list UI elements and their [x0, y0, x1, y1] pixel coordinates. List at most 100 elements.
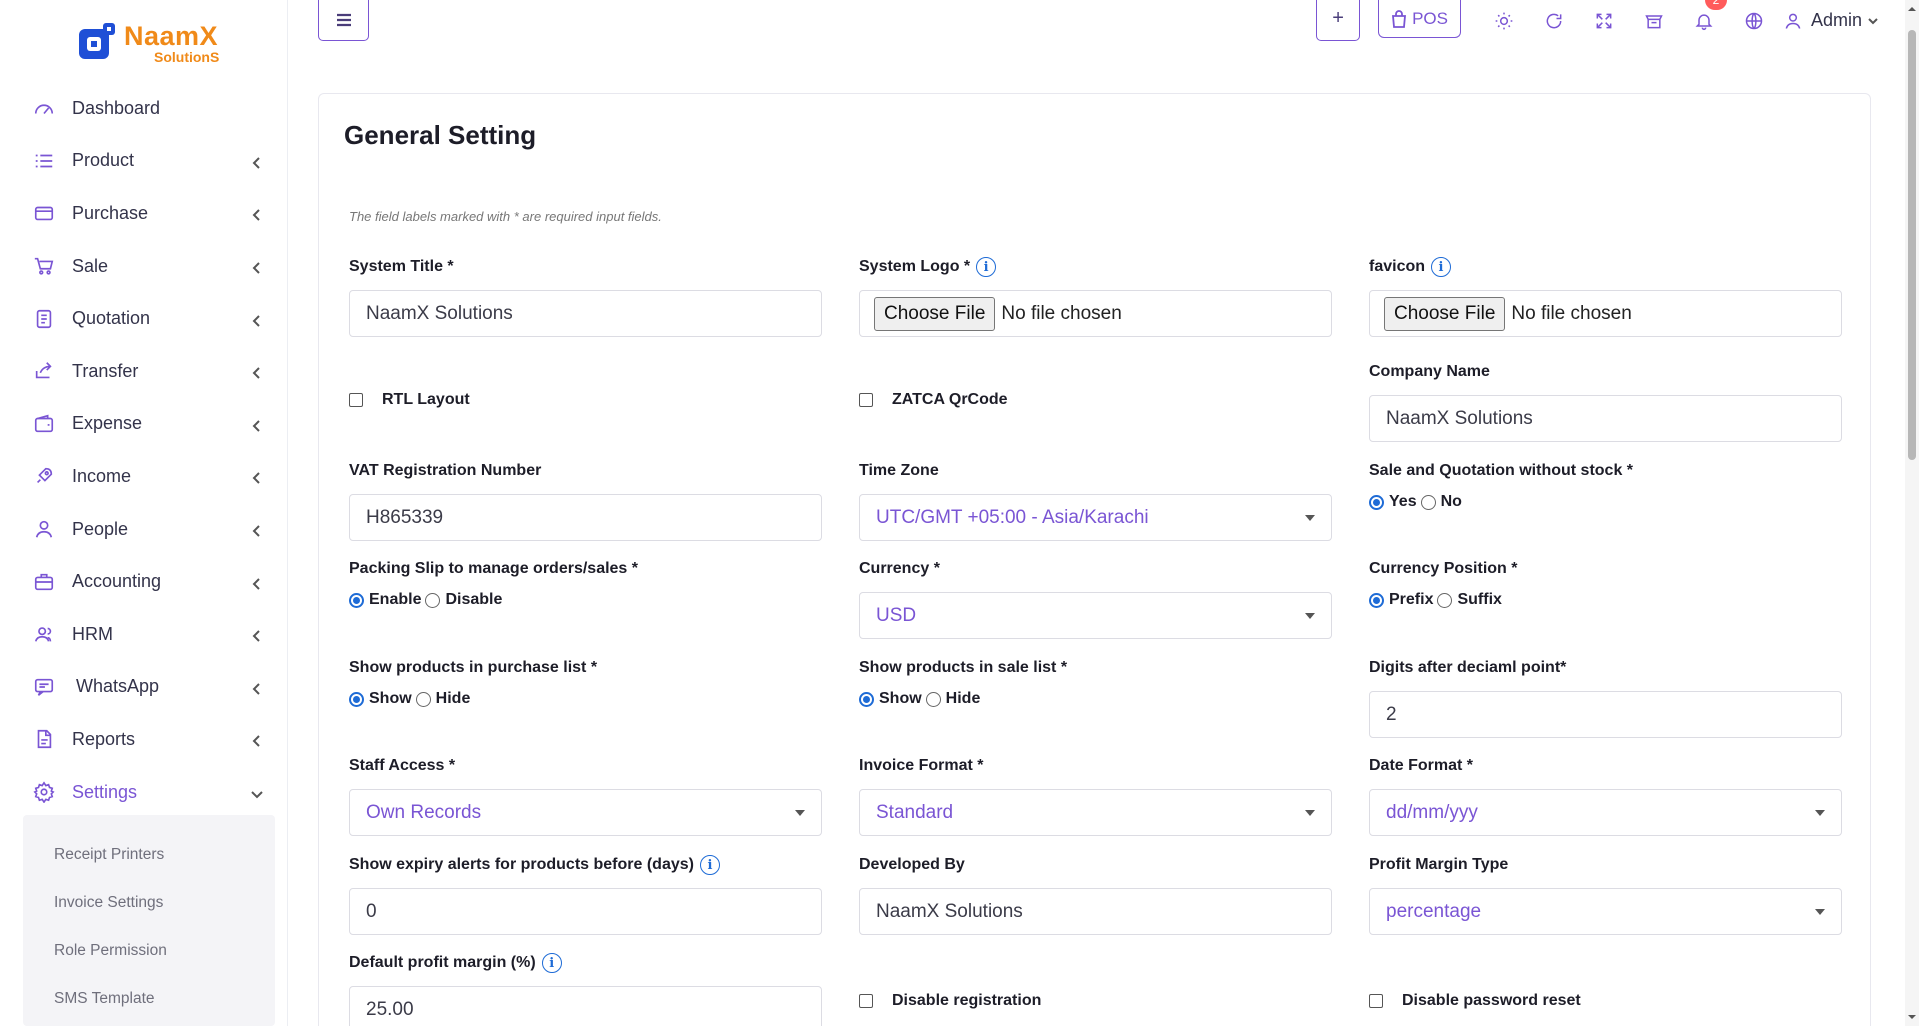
- radio-show[interactable]: [349, 691, 364, 707]
- favicon-file-input[interactable]: Choose File No file chosen: [1369, 290, 1842, 337]
- brand-logo[interactable]: NaamX SolutionS: [76, 18, 219, 68]
- page-scrollbar[interactable]: [1905, 0, 1919, 1026]
- radio-hide[interactable]: [415, 691, 431, 707]
- invoice-format-select[interactable]: Standard: [859, 789, 1332, 836]
- disable-password-reset-checkbox[interactable]: Disable password reset: [1369, 992, 1581, 1010]
- chevron-left-icon: [250, 154, 264, 169]
- sidebar-item-accounting[interactable]: Accounting: [0, 555, 288, 608]
- bag-icon: [1392, 9, 1407, 28]
- notifications-button[interactable]: 2: [1679, 0, 1729, 41]
- info-icon[interactable]: i: [541, 953, 562, 973]
- info-icon[interactable]: i: [1431, 257, 1452, 277]
- radio-disable[interactable]: [425, 592, 441, 608]
- system-title-input[interactable]: NaamX Solutions: [349, 290, 822, 337]
- fullscreen-button[interactable]: [1579, 0, 1629, 41]
- sidebar-item-purchase[interactable]: Purchase: [0, 187, 288, 240]
- radio-show[interactable]: [859, 691, 874, 707]
- report-icon: [32, 727, 56, 751]
- sidebar-item-label: Dashboard: [72, 97, 161, 118]
- sidebar-item-label: Accounting: [72, 571, 162, 592]
- language-button[interactable]: [1729, 0, 1779, 41]
- chevron-down-icon: [250, 785, 264, 799]
- chat-icon: [32, 675, 56, 699]
- submenu-item-role-permission[interactable]: Role Permission: [23, 927, 275, 975]
- submenu-item-receipt-printers[interactable]: Receipt Printers: [23, 831, 275, 879]
- field-label: VAT Registration Number: [349, 462, 542, 479]
- zatca-qrcode-checkbox[interactable]: ZATCA QrCode: [859, 391, 1008, 409]
- info-icon[interactable]: i: [976, 257, 997, 277]
- chevron-down-icon: [1868, 17, 1878, 24]
- sidebar-item-people[interactable]: People: [0, 503, 288, 556]
- checkbox-box[interactable]: [349, 393, 363, 407]
- radio-prefix[interactable]: [1369, 592, 1384, 608]
- scroll-thumb[interactable]: [1908, 30, 1916, 460]
- select-value: UTC/GMT +05:00 - Asia/Karachi: [876, 506, 1149, 528]
- sidebar-item-transfer[interactable]: Transfer: [0, 345, 288, 398]
- company-name-input[interactable]: NaamX Solutions: [1369, 395, 1842, 442]
- sidebar-item-product[interactable]: Product: [0, 135, 288, 188]
- sidebar-item-hrm[interactable]: HRM: [0, 608, 288, 661]
- sidebar-item-expense[interactable]: Expense: [0, 398, 288, 451]
- cash-register-button[interactable]: [1629, 0, 1679, 41]
- chevron-left-icon: [250, 732, 264, 748]
- radio-enable[interactable]: [349, 592, 364, 608]
- radio-label: Suffix: [1457, 591, 1502, 608]
- submenu-item-sms-template[interactable]: SMS Template: [23, 975, 275, 1023]
- profit-type-field: Profit Margin Type percentage: [1369, 855, 1842, 935]
- chevron-left-icon: [250, 522, 264, 537]
- label-text: System Logo *: [859, 258, 971, 275]
- submenu-item-invoice-settings[interactable]: Invoice Settings: [23, 879, 275, 927]
- staff-access-select[interactable]: Own Records: [349, 789, 822, 836]
- pos-button[interactable]: POS: [1378, 0, 1461, 38]
- label-text: Default profit margin (%): [349, 954, 536, 971]
- add-new-button[interactable]: +: [1316, 0, 1361, 41]
- archive-icon: [1645, 14, 1663, 28]
- checkbox-box[interactable]: [859, 994, 873, 1008]
- required-note: The field labels marked with * are requi…: [349, 209, 662, 224]
- info-icon[interactable]: i: [699, 855, 720, 875]
- vat-input[interactable]: H865339: [349, 494, 822, 541]
- caret-down-icon: [1815, 809, 1825, 816]
- radio-hide[interactable]: [925, 691, 941, 707]
- profit-margin-input[interactable]: 25.00: [349, 986, 822, 1026]
- file-status: No file chosen: [1511, 302, 1632, 324]
- rtl-layout-checkbox[interactable]: RTL Layout: [349, 391, 470, 409]
- document-icon: [32, 307, 56, 331]
- user-menu[interactable]: Admin: [1783, 10, 1879, 31]
- system-logo-file-input[interactable]: Choose File No file chosen: [859, 290, 1332, 337]
- radio-group: Enable Disable: [349, 591, 822, 609]
- developed-by-input[interactable]: NaamX Solutions: [859, 888, 1332, 935]
- scroll-up-icon[interactable]: [1907, 4, 1917, 14]
- sidebar-item-income[interactable]: Income: [0, 450, 288, 503]
- pos-label: POS: [1412, 8, 1448, 28]
- sidebar-toggle-button[interactable]: [318, 0, 369, 41]
- profit-type-select[interactable]: percentage: [1369, 888, 1842, 935]
- sidebar-item-quotation[interactable]: Quotation: [0, 292, 288, 345]
- timezone-select[interactable]: UTC/GMT +05:00 - Asia/Karachi: [859, 494, 1332, 541]
- field-label: Currency *: [859, 560, 940, 577]
- sidebar-item-reports[interactable]: Reports: [0, 713, 288, 766]
- radio-yes[interactable]: [1369, 494, 1384, 510]
- expiry-alert-input[interactable]: 0: [349, 888, 822, 935]
- date-format-select[interactable]: dd/mm/yyy: [1369, 789, 1842, 836]
- radio-label: Yes: [1389, 493, 1417, 510]
- radio-suffix[interactable]: [1437, 592, 1453, 608]
- sidebar-item-whatsapp[interactable]: WhatsApp: [0, 661, 288, 714]
- theme-toggle-button[interactable]: [1479, 0, 1529, 41]
- radio-label: No: [1440, 493, 1462, 510]
- disable-registration-checkbox[interactable]: Disable registration: [859, 992, 1041, 1010]
- digits-input[interactable]: 2: [1369, 691, 1842, 738]
- sidebar-item-sale[interactable]: Sale: [0, 240, 288, 293]
- sidebar-item-dashboard[interactable]: Dashboard: [0, 82, 288, 135]
- choose-file-button[interactable]: Choose File: [874, 296, 996, 331]
- radio-no[interactable]: [1420, 494, 1436, 510]
- checkbox-box[interactable]: [1369, 994, 1383, 1008]
- scroll-down-icon[interactable]: [1907, 1012, 1917, 1022]
- sidebar-item-settings[interactable]: Settings: [0, 766, 288, 819]
- timezone-field: Time Zone UTC/GMT +05:00 - Asia/Karachi: [859, 461, 1332, 541]
- refresh-button[interactable]: [1529, 0, 1579, 41]
- currency-select[interactable]: USD: [859, 592, 1332, 639]
- choose-file-button[interactable]: Choose File: [1384, 296, 1506, 331]
- field-label: Invoice Format *: [859, 757, 984, 774]
- checkbox-box[interactable]: [859, 393, 873, 407]
